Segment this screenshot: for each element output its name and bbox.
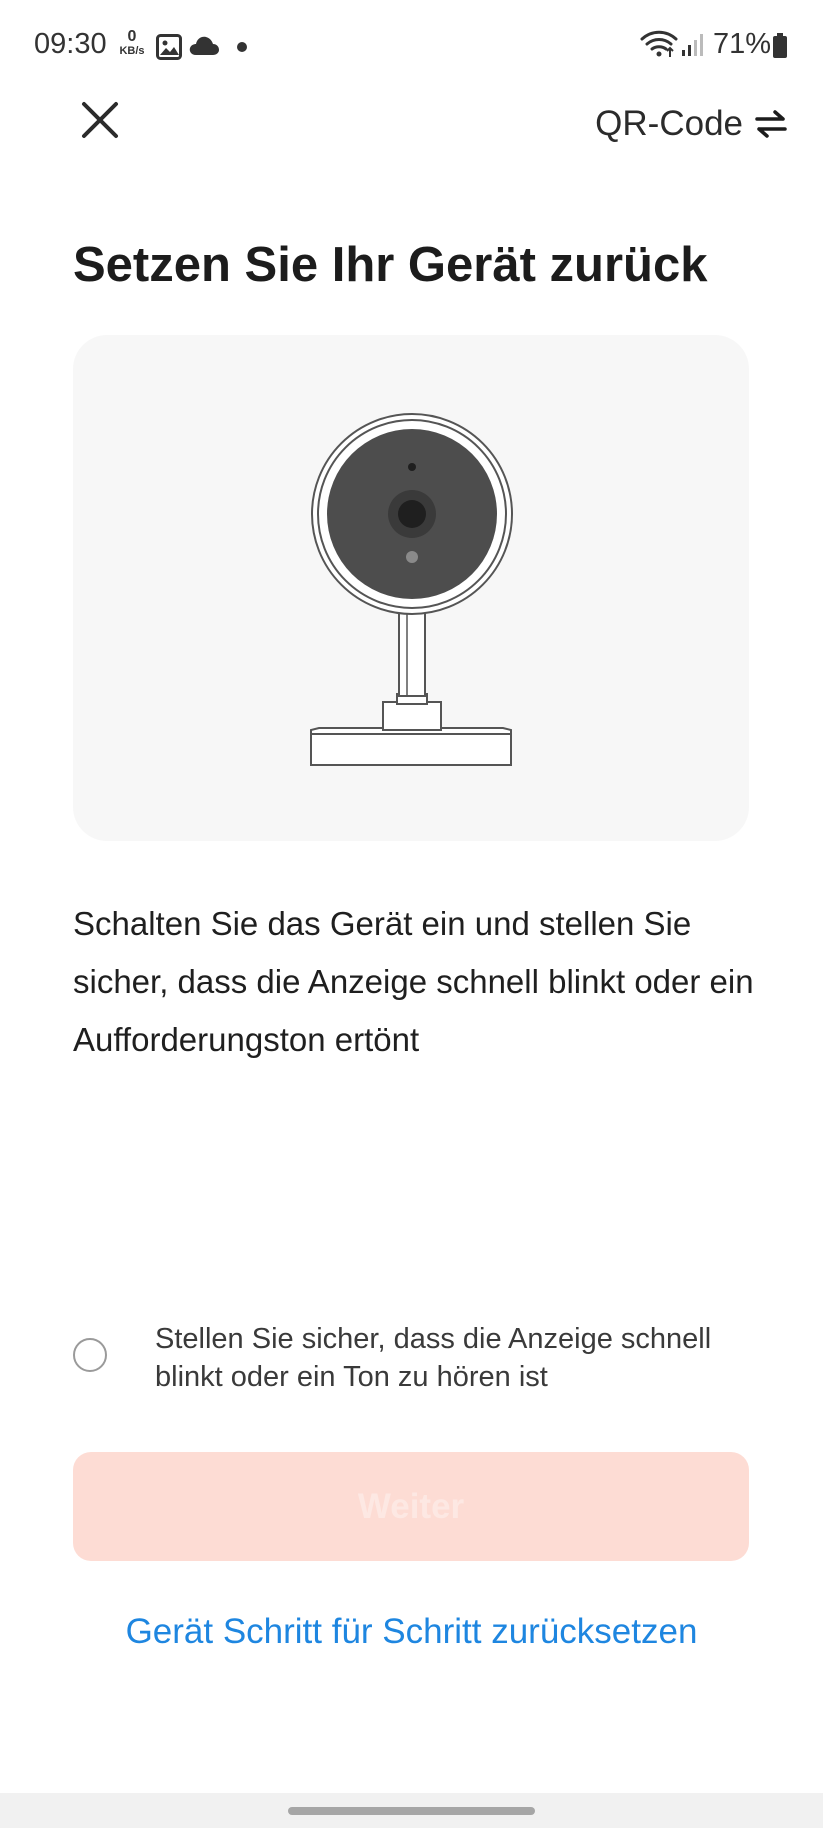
confirm-text[interactable]: Stellen Sie sicher, dass die Anzeige sch… [155,1320,755,1396]
status-time: 09:30 [34,28,107,60]
close-button[interactable] [74,94,126,146]
status-bar: 09:30 0 KB/s 71% [0,0,823,94]
wifi-icon [640,30,678,57]
network-speed-unit: KB/s [119,45,145,57]
confirm-radio[interactable] [73,1338,107,1372]
cloud-icon [189,36,219,55]
close-icon [82,102,118,138]
signal-icon [682,34,703,56]
notification-dot [237,42,247,52]
next-button[interactable]: Weiter [73,1452,749,1561]
next-button-label: Weiter [357,1486,465,1526]
qr-code-button[interactable]: QR-Code [595,98,787,150]
gallery-icon [156,34,182,60]
instruction-text: Schalten Sie das Gerät ein und stellen S… [73,905,754,1058]
security-camera-icon [310,413,513,766]
qr-code-label: QR-Code [595,104,743,143]
home-indicator[interactable] [288,1807,535,1815]
battery-icon [773,33,787,58]
page-title: Setzen Sie Ihr Gerät zurück [73,238,708,292]
network-speed-value: 0 [127,28,137,45]
reset-step-by-step-link[interactable]: Gerät Schritt für Schritt zurücksetzen [0,1612,823,1652]
battery-percent: 71% [713,28,772,60]
swap-arrows-icon [755,110,787,138]
network-speed: 0 KB/s [114,28,150,57]
